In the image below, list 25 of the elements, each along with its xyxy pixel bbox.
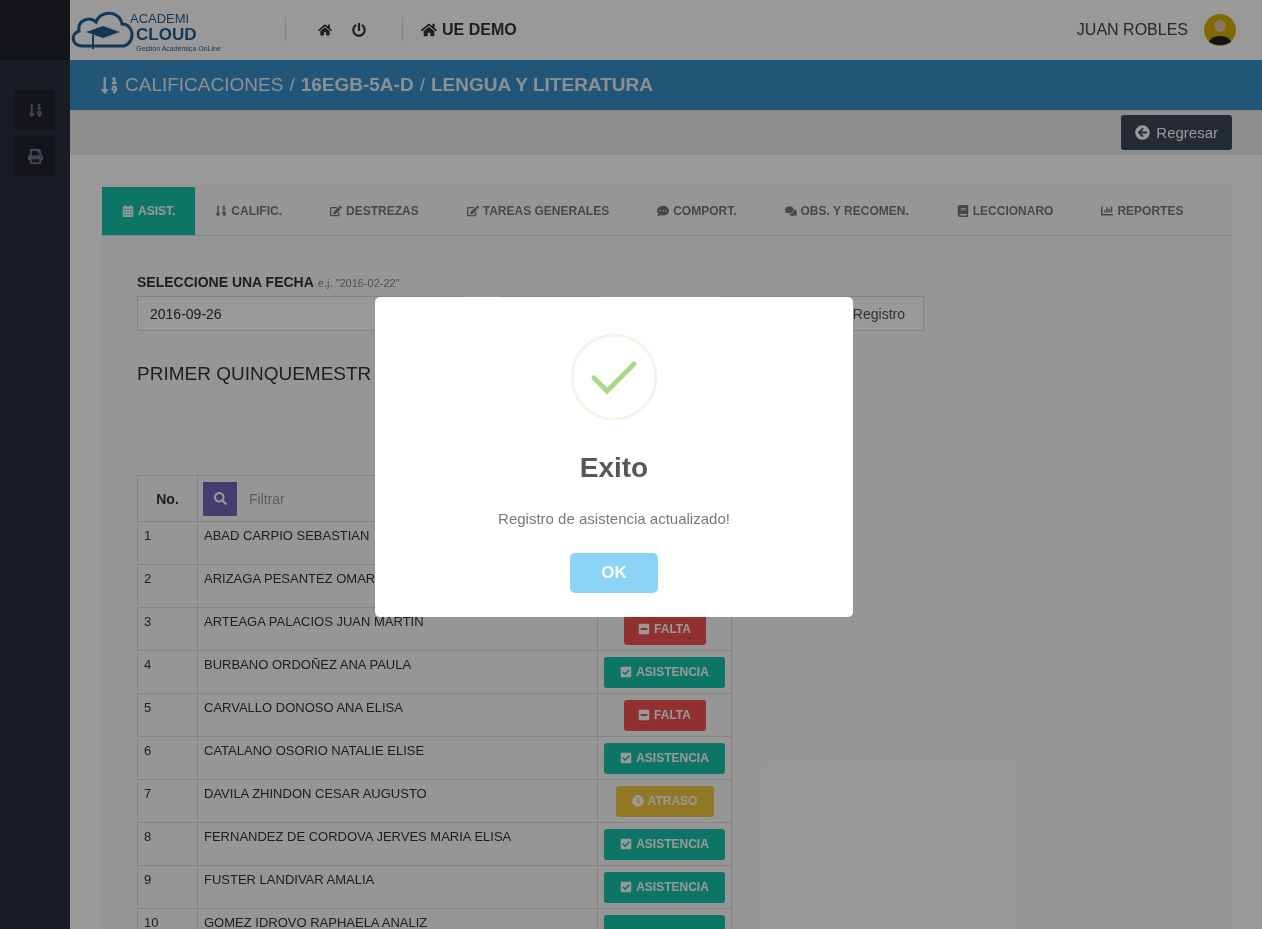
table-cell: 4	[138, 651, 198, 693]
table-cell: 1	[138, 522, 198, 564]
table-cell: 6	[138, 737, 198, 779]
table-cell: 5	[138, 694, 198, 736]
period-title: PRIMER QUINQUEMESTR	[137, 363, 372, 385]
table-cell: 3	[138, 608, 198, 650]
table-cell: CATALANO OSORIO NATALIE ELISE	[198, 737, 598, 779]
table-cell: DAVILA ZHINDON CESAR AUGUSTO	[198, 780, 598, 822]
breadcrumb-separator: /	[289, 74, 295, 96]
table-cell: FERNANDEZ DE CORDOVA JERVES MARIA ELISA	[198, 823, 598, 865]
table-cell: 10	[138, 909, 198, 929]
table-cell: 2	[138, 565, 198, 607]
table-cell: 8	[138, 823, 198, 865]
table-cell: CARVALLO DONOSO ANA ELISA	[198, 694, 598, 736]
dialog-title: Exito	[579, 452, 649, 484]
table-cell: GOMEZ IDROVO RAPHAELA ANALIZ	[198, 909, 598, 929]
logo-text: ACADEMI	[130, 12, 191, 25]
table-cell: BURBANO ORDOÑEZ ANA PAULA	[198, 651, 598, 693]
table-cell: 7	[138, 780, 198, 822]
date-label: SELECCIONE UNA FECHA e.j. "2016-02-22"	[137, 274, 401, 290]
table-cell: FUSTER LANDIVAR AMALIA	[198, 866, 598, 908]
logo-text: CLOUD	[136, 26, 198, 43]
breadcrumb-separator: /	[419, 74, 425, 96]
column-header: No.	[138, 476, 198, 521]
table-cell: 9	[138, 866, 198, 908]
